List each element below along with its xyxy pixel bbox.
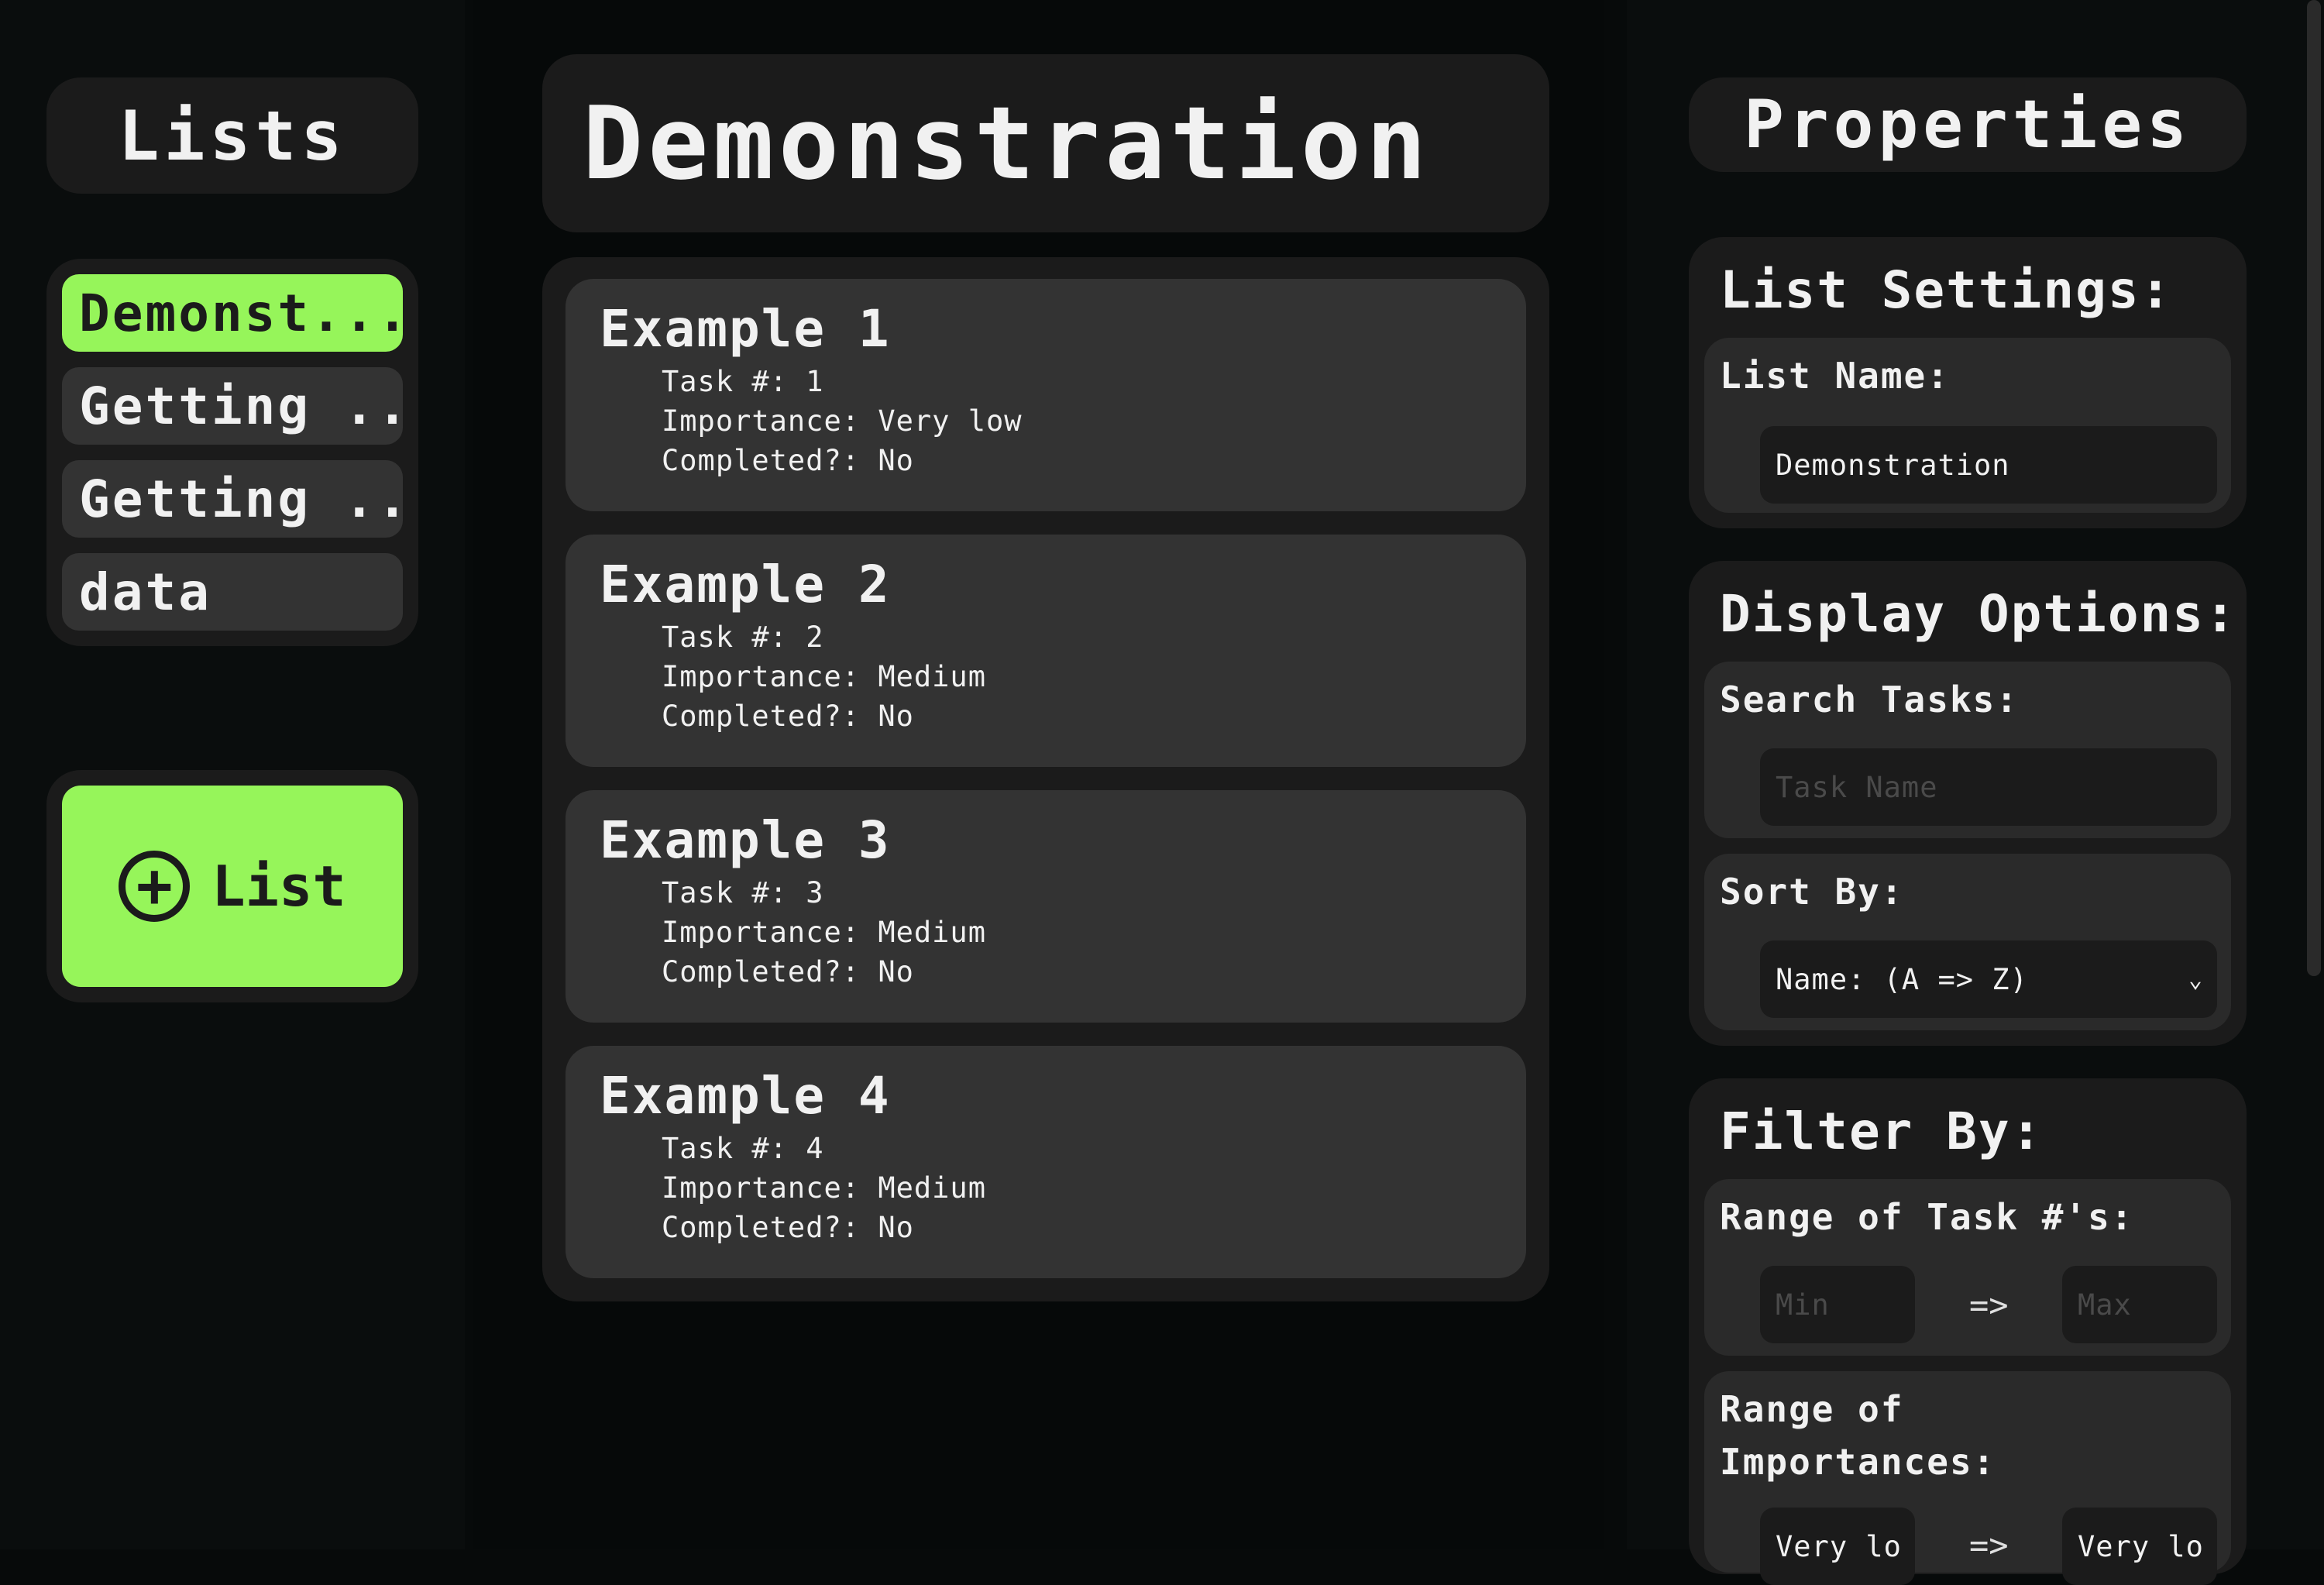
task-completed-label: Completed?: — [662, 955, 861, 988]
task-number-line: Task #: 1 — [600, 362, 1526, 401]
list-settings-title: List Settings: — [1720, 260, 2173, 320]
task-card[interactable]: Example 2 Task #: 2 Importance: Medium C… — [566, 535, 1526, 767]
task-title: Example 4 — [600, 1066, 891, 1126]
importance-max-value: Very lo — [2078, 1529, 2204, 1563]
task-completed-line: Completed?: No — [600, 952, 1526, 992]
lists-header: Lists — [46, 77, 418, 194]
task-completed-label: Completed?: — [662, 444, 861, 477]
list-item-label: data — [79, 562, 211, 622]
task-completed-value: No — [878, 1211, 914, 1244]
task-min-input[interactable]: Min — [1760, 1266, 1915, 1343]
task-importance-line: Importance: Medium — [600, 1168, 1526, 1208]
task-title: Example 3 — [600, 810, 891, 870]
task-number-line: Task #: 4 — [600, 1129, 1526, 1168]
task-completed-value: No — [878, 444, 914, 477]
task-importance-label: Importance: — [662, 916, 861, 949]
chevron-down-icon: ⌄ — [2188, 965, 2203, 993]
list-item-label: Demonst... — [79, 283, 403, 343]
tasks-panel: Example 1 Task #: 1 Importance: Very low… — [542, 257, 1549, 1301]
list-item-getting-2[interactable]: Getting ... — [62, 460, 403, 538]
page-title: Demonstration — [583, 84, 1432, 202]
list-name-input[interactable]: Demonstration — [1760, 426, 2217, 504]
task-completed-label: Completed?: — [662, 1211, 861, 1244]
task-number-value: 3 — [806, 876, 824, 909]
display-options-title: Display Options: — [1720, 584, 2237, 644]
properties-title: Properties — [1744, 86, 2192, 163]
task-number-value: 2 — [806, 621, 824, 654]
sort-select[interactable]: Name: (A => Z) ⌄ — [1760, 940, 2217, 1018]
task-importance-label: Importance: — [662, 660, 861, 693]
task-range-label: Range of Task #'s: — [1720, 1196, 2134, 1238]
task-completed-line: Completed?: No — [600, 441, 1526, 480]
scrollbar[interactable] — [2307, 0, 2321, 976]
sort-select-value: Name: (A => Z) — [1776, 962, 2028, 996]
task-importance-label: Importance: — [662, 404, 861, 438]
sort-label: Sort By: — [1720, 871, 1904, 913]
list-name-label: List Name: — [1720, 355, 1950, 397]
task-completed-label: Completed?: — [662, 700, 861, 733]
task-importance-line: Importance: Medium — [600, 913, 1526, 952]
importance-min-select[interactable]: Very lo — [1760, 1508, 1915, 1585]
filter-by-panel: Filter By: Range of Task #'s: Min => Max… — [1689, 1078, 2247, 1585]
task-card[interactable]: Example 4 Task #: 4 Importance: Medium C… — [566, 1046, 1526, 1278]
task-max-input[interactable]: Max — [2062, 1266, 2217, 1343]
properties-header: Properties — [1689, 77, 2247, 172]
importance-min-value: Very lo — [1776, 1529, 1902, 1563]
importance-range-label: Range of — [1720, 1388, 1904, 1430]
list-item-label: Getting ... — [79, 376, 403, 436]
task-range-group: Range of Task #'s: Min => Max — [1704, 1179, 2231, 1356]
task-number-label: Task #: — [662, 1132, 788, 1165]
importance-max-select[interactable]: Very lo — [2062, 1508, 2217, 1585]
task-importance-value: Very low — [878, 404, 1023, 438]
plus-circle-icon: + — [119, 851, 191, 922]
task-number-label: Task #: — [662, 876, 788, 909]
add-list-panel: + List — [46, 770, 418, 1002]
importance-range-label-line2: Importances: — [1720, 1441, 1996, 1483]
filter-by-title: Filter By: — [1720, 1102, 2044, 1161]
task-card[interactable]: Example 1 Task #: 1 Importance: Very low… — [566, 279, 1526, 511]
lists-title: Lists — [118, 95, 347, 176]
lists-panel: Demonst... Getting ... Getting ... data — [46, 259, 418, 646]
list-item-getting-1[interactable]: Getting ... — [62, 367, 403, 445]
range-arrow: => — [1969, 1526, 2009, 1564]
list-item-demonstration[interactable]: Demonst... — [62, 274, 403, 352]
list-name-group: List Name: Demonstration — [1704, 338, 2231, 513]
task-number-line: Task #: 2 — [600, 617, 1526, 657]
add-list-button[interactable]: + List — [62, 786, 403, 987]
task-completed-line: Completed?: No — [600, 1208, 1526, 1247]
list-item-label: Getting ... — [79, 469, 403, 529]
search-group: Search Tasks: Task Name — [1704, 662, 2231, 838]
task-importance-value: Medium — [878, 660, 986, 693]
search-label: Search Tasks: — [1720, 679, 2020, 720]
task-title: Example 2 — [600, 555, 891, 614]
task-importance-line: Importance: Medium — [600, 657, 1526, 696]
range-arrow: => — [1969, 1286, 2009, 1324]
importance-range-group: Range of Importances: Very lo => Very lo — [1704, 1371, 2231, 1585]
task-importance-line: Importance: Very low — [600, 401, 1526, 441]
task-card[interactable]: Example 3 Task #: 3 Importance: Medium C… — [566, 790, 1526, 1023]
task-number-line: Task #: 3 — [600, 873, 1526, 913]
search-input[interactable]: Task Name — [1760, 748, 2217, 826]
task-completed-line: Completed?: No — [600, 696, 1526, 736]
task-number-label: Task #: — [662, 621, 788, 654]
task-importance-label: Importance: — [662, 1171, 861, 1205]
task-importance-value: Medium — [878, 916, 986, 949]
task-number-label: Task #: — [662, 365, 788, 398]
list-item-data[interactable]: data — [62, 553, 403, 631]
task-number-value: 4 — [806, 1132, 824, 1165]
task-importance-value: Medium — [878, 1171, 986, 1205]
task-number-value: 1 — [806, 365, 824, 398]
add-list-label: List — [211, 854, 346, 919]
display-options-panel: Display Options: Search Tasks: Task Name… — [1689, 561, 2247, 1046]
task-completed-value: No — [878, 700, 914, 733]
list-title-panel: Demonstration — [542, 54, 1549, 232]
sort-group: Sort By: Name: (A => Z) ⌄ — [1704, 854, 2231, 1030]
task-completed-value: No — [878, 955, 914, 988]
list-settings-panel: List Settings: List Name: Demonstration — [1689, 237, 2247, 528]
task-title: Example 1 — [600, 299, 891, 359]
